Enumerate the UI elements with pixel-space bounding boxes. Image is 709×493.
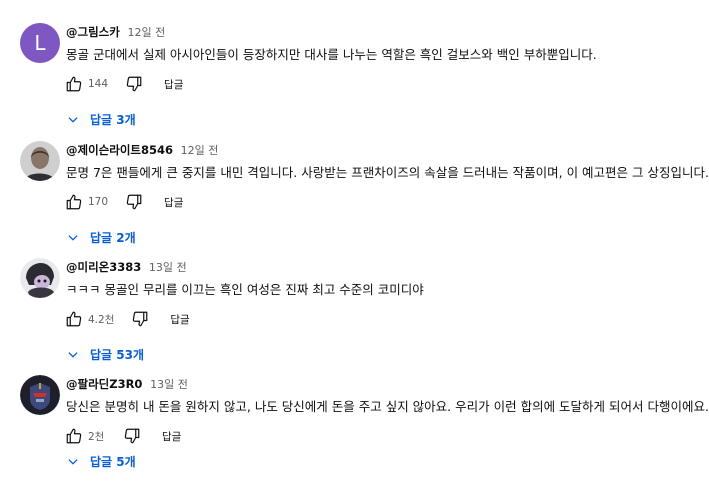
like-count: 144	[88, 78, 109, 90]
comment-text: 몽골 군대에서 실제 아시아인들이 등장하지만 대사를 나누는 역할은 흑인 걸…	[66, 47, 597, 62]
author-name[interactable]: @제이슨라이트8546	[66, 143, 173, 157]
comment-header: @미리온3383 13일 전	[66, 259, 187, 275]
replies-label: 답글 3개	[90, 113, 136, 127]
reply-button[interactable]: 답글	[164, 77, 183, 92]
like-button[interactable]	[64, 309, 84, 329]
avatar[interactable]	[20, 141, 60, 181]
comment-actions: 2천 답글	[64, 424, 181, 448]
chevron-down-icon	[68, 234, 78, 241]
chevron-down-icon	[68, 351, 78, 358]
like-button[interactable]	[64, 426, 84, 446]
thumb-up-icon	[66, 428, 82, 444]
replies-label: 답글 53개	[90, 348, 144, 362]
thumb-down-icon	[126, 76, 142, 92]
view-replies-button[interactable]: 답글 2개	[66, 229, 136, 246]
view-replies-button[interactable]: 답글 3개	[66, 111, 136, 128]
like-count: 2천	[88, 430, 105, 443]
like-button[interactable]	[64, 192, 84, 212]
reply-button[interactable]: 답글	[164, 195, 183, 210]
comment-header: @그림스카 12일 전	[66, 24, 165, 40]
view-replies-button[interactable]: 답글 53개	[66, 346, 144, 363]
like-count: 170	[88, 196, 109, 208]
thumb-up-icon	[66, 76, 82, 92]
comment-text: ㅋㅋㅋ 몽골인 무리를 이끄는 흑인 여성은 진짜 최고 수준의 코미디야	[66, 282, 424, 297]
comment-4: @팔라딘Z3R0 13일 전 당신은 분명히 내 돈을 원하지 않고, 나도 당…	[0, 375, 709, 493]
thumb-down-icon	[124, 428, 140, 444]
avatar[interactable]	[20, 258, 60, 298]
avatar[interactable]	[20, 375, 60, 415]
comment-actions: 144 답글	[64, 72, 183, 96]
comment-3: @미리온3383 13일 전 ㅋㅋㅋ 몽골인 무리를 이끄는 흑인 여성은 진짜…	[0, 258, 709, 376]
comment-time[interactable]: 12일 전	[127, 26, 165, 39]
comment-2: @제이슨라이트8546 12일 전 문명 7은 팬들에게 큰 중지를 내민 격입…	[0, 141, 709, 259]
view-replies-button[interactable]: 답글 5개	[66, 453, 136, 470]
comment-text: 문명 7은 팬들에게 큰 중지를 내민 격입니다. 사랑받는 프랜차이즈의 속살…	[66, 165, 709, 180]
comment-actions: 4.2천 답글	[64, 307, 190, 331]
dislike-button[interactable]	[122, 426, 142, 446]
comment-header: @팔라딘Z3R0 13일 전	[66, 376, 188, 392]
dislike-button[interactable]	[124, 192, 144, 212]
thumb-up-icon	[66, 311, 82, 327]
author-name[interactable]: @팔라딘Z3R0	[66, 377, 142, 391]
dislike-button[interactable]	[130, 309, 150, 329]
comment-text: 당신은 분명히 내 돈을 원하지 않고, 나도 당신에게 돈을 주고 싶지 않아…	[66, 399, 709, 414]
author-name[interactable]: @그림스카	[66, 25, 120, 39]
replies-label: 답글 5개	[90, 455, 136, 469]
comment-actions: 170 답글	[64, 190, 183, 214]
chevron-down-icon	[68, 458, 78, 465]
author-name[interactable]: @미리온3383	[66, 260, 141, 274]
comment-time[interactable]: 13일 전	[149, 261, 187, 274]
replies-label: 답글 2개	[90, 231, 136, 245]
like-count: 4.2천	[88, 313, 115, 326]
chevron-down-icon	[68, 116, 78, 123]
reply-button[interactable]: 답글	[162, 429, 181, 444]
like-button[interactable]	[64, 74, 84, 94]
comment-header: @제이슨라이트8546 12일 전	[66, 142, 218, 158]
comment-time[interactable]: 13일 전	[150, 378, 188, 391]
dislike-button[interactable]	[124, 74, 144, 94]
avatar[interactable]: L	[20, 23, 60, 63]
reply-button[interactable]: 답글	[170, 312, 189, 327]
comment-time[interactable]: 12일 전	[181, 144, 219, 157]
thumb-down-icon	[133, 311, 148, 327]
thumb-up-icon	[66, 194, 82, 210]
comment-1: L @그림스카 12일 전 몽골 군대에서 실제 아시아인들이 등장하지만 대사…	[0, 23, 709, 141]
thumb-down-icon	[126, 194, 142, 210]
